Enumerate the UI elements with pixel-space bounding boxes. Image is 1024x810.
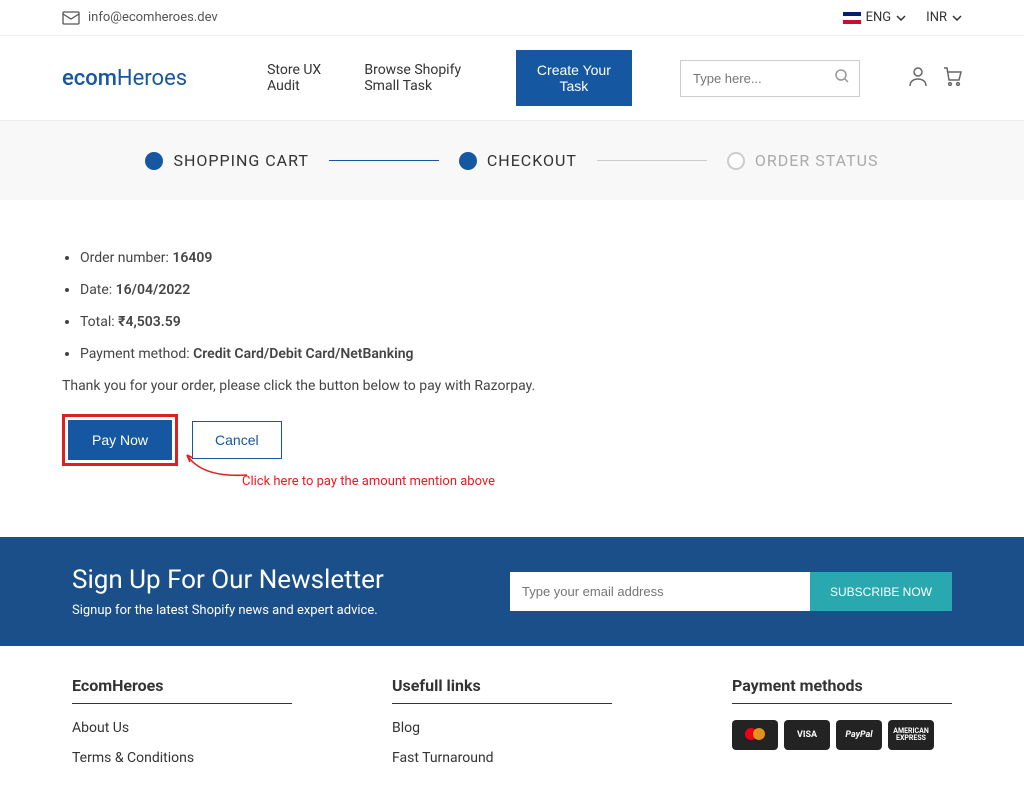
- order-payment-method: Credit Card/Debit Card/NetBanking: [193, 346, 413, 362]
- divider: [732, 703, 952, 704]
- chevron-down-icon: [896, 15, 906, 21]
- step-label: ORDER STATUS: [755, 151, 879, 170]
- footer-about[interactable]: About Us: [72, 720, 292, 736]
- order-total-row: Total: 4,503.59: [80, 314, 962, 330]
- language-label: ENG: [866, 10, 892, 25]
- currency-selector[interactable]: INR: [926, 10, 962, 25]
- nav-audit[interactable]: Store UX Audit: [267, 62, 332, 94]
- footer-col3-title: Payment methods: [732, 676, 952, 695]
- footer-terms[interactable]: Terms & Conditions: [72, 750, 292, 766]
- step-label: CHECKOUT: [487, 151, 577, 170]
- amex-icon: AMERICAN EXPRESS: [888, 720, 934, 750]
- order-payment-row: Payment method: Credit Card/Debit Card/N…: [80, 346, 962, 362]
- order-total: 4,503.59: [125, 314, 180, 330]
- order-date-row: Date: 16/04/2022: [80, 282, 962, 298]
- envelope-icon: [62, 11, 80, 25]
- order-summary: Order number: 16409 Date: 16/04/2022 Tot…: [62, 250, 962, 362]
- step-label: SHOPPING CART: [173, 151, 308, 170]
- checkout-steps: SHOPPING CART CHECKOUT ORDER STATUS: [0, 151, 1024, 170]
- annotation-text: Click here to pay the amount mention abo…: [242, 474, 495, 489]
- footer-fast[interactable]: Fast Turnaround: [392, 750, 612, 766]
- footer-col2-title: Usefull links: [392, 676, 612, 695]
- step-connector: [329, 160, 439, 161]
- flag-icon: [843, 12, 861, 24]
- create-task-button[interactable]: Create Your Task: [516, 50, 632, 106]
- paynow-highlight-box: Pay Now: [62, 414, 178, 466]
- order-number-row: Order number: 16409: [80, 250, 962, 266]
- nav-browse[interactable]: Browse Shopify Small Task: [364, 62, 485, 94]
- step-dot-icon: [459, 152, 477, 170]
- annotation-arrow-icon: [182, 450, 252, 480]
- user-icon[interactable]: [908, 66, 928, 90]
- cart-icon[interactable]: [942, 66, 962, 90]
- subscribe-button[interactable]: SUBSCRIBE NOW: [810, 572, 952, 611]
- order-date: 16/04/2022: [116, 282, 191, 298]
- pay-now-button[interactable]: Pay Now: [68, 420, 172, 460]
- step-connector: [597, 160, 707, 161]
- newsletter-email-input[interactable]: [510, 572, 810, 611]
- logo-part1: ecom: [62, 66, 117, 91]
- visa-icon: VISA: [784, 720, 830, 750]
- chevron-down-icon: [952, 15, 962, 21]
- payment-icons: VISA PayPal AMERICAN EXPRESS: [732, 720, 952, 750]
- thank-you-message: Thank you for your order, please click t…: [62, 378, 962, 394]
- mastercard-icon: [732, 720, 778, 750]
- annotation-callout: Click here to pay the amount mention abo…: [242, 474, 962, 489]
- email-link[interactable]: info@ecomheroes.dev: [62, 10, 218, 25]
- divider: [392, 703, 612, 704]
- logo[interactable]: ecomHeroes: [62, 66, 187, 91]
- footer-blog[interactable]: Blog: [392, 720, 612, 736]
- newsletter-subtitle: Signup for the latest Shopify news and e…: [72, 603, 384, 618]
- footer-col1-title: EcomHeroes: [72, 676, 292, 695]
- logo-part2: Heroes: [117, 66, 187, 91]
- step-cart: SHOPPING CART: [145, 151, 308, 170]
- step-status: ORDER STATUS: [727, 151, 879, 170]
- divider: [72, 703, 292, 704]
- step-checkout: CHECKOUT: [459, 151, 577, 170]
- newsletter-title: Sign Up For Our Newsletter: [72, 565, 384, 595]
- language-selector[interactable]: ENG: [843, 10, 907, 25]
- step-dot-icon: [145, 152, 163, 170]
- search-wrap: [680, 60, 860, 97]
- paypal-icon: PayPal: [836, 720, 882, 750]
- search-input[interactable]: [680, 60, 860, 97]
- email-text: info@ecomheroes.dev: [88, 10, 218, 25]
- step-dot-icon: [727, 152, 745, 170]
- order-number: 16409: [172, 250, 212, 266]
- main-nav: Store UX Audit Browse Shopify Small Task: [267, 62, 486, 94]
- search-icon[interactable]: [834, 68, 850, 88]
- currency-label: INR: [926, 10, 947, 25]
